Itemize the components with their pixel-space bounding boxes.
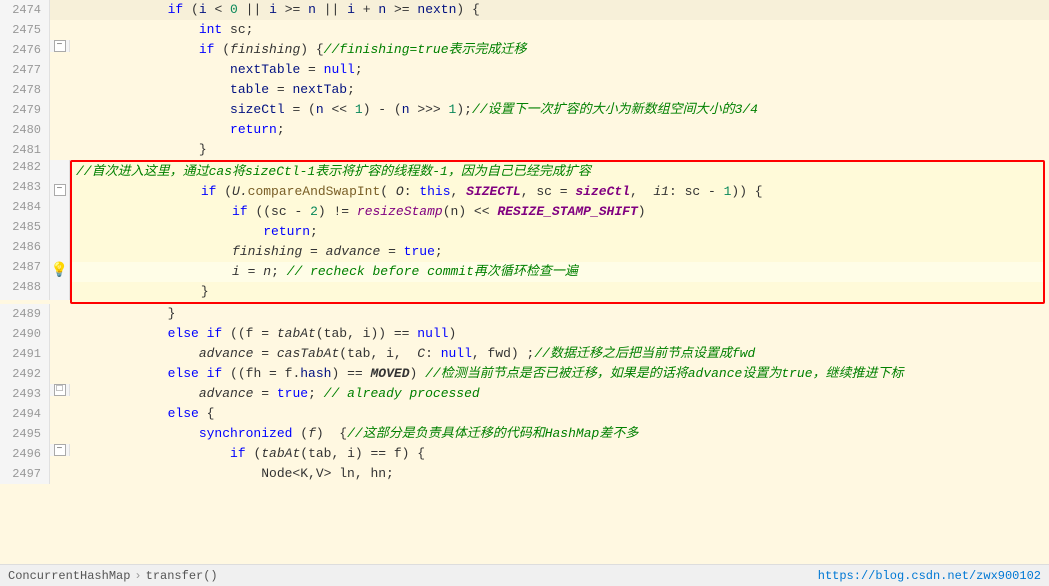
line-content-2489: } — [70, 304, 1049, 324]
breadcrumb-method: transfer() — [146, 569, 218, 583]
line-num-2474: 2474 — [0, 0, 50, 20]
code-line-2480: 2480 return; — [0, 120, 1049, 140]
line-num-2478: 2478 — [0, 80, 50, 100]
hl-line-2486: finishing = advance = true; — [72, 242, 1043, 262]
code-line-2475: 2475 int sc; — [0, 20, 1049, 40]
breadcrumb: ConcurrentHashMap › transfer() — [8, 569, 218, 583]
gutter-2496: − — [50, 444, 70, 456]
code-line-2497: 2497 Node<K,V> ln, hn; — [0, 464, 1049, 484]
line-num-2475: 2475 — [0, 20, 50, 40]
hl-line-2483: if (U.compareAndSwapInt( O: this, SIZECT… — [72, 182, 1043, 202]
editor: 2474 if (i < 0 || i >= n || i + n >= nex… — [0, 0, 1049, 586]
line-num-2477: 2477 — [0, 60, 50, 80]
line-num-2494: 2494 — [0, 404, 50, 424]
line-content-2492: else if ((fh = f.hash) == MOVED) //检测当前节… — [70, 364, 1049, 384]
line-num-2480: 2480 — [0, 120, 50, 140]
code-line-2496: 2496 − if (tabAt(tab, i) == f) { — [0, 444, 1049, 464]
line-num-2495: 2495 — [0, 424, 50, 444]
line-num-2496: 2496 — [0, 444, 50, 464]
status-bar: ConcurrentHashMap › transfer() https://b… — [0, 564, 1049, 586]
line-num-2497: 2497 — [0, 464, 50, 484]
highlight-box: //首次进入这里，通过cas将sizeCtl-1表示将扩容的线程数-1，因为自己… — [70, 160, 1045, 304]
line-content-2479: sizeCtl = (n << 1) - (n >>> 1);//设置下一次扩容… — [70, 100, 1049, 120]
line-content-2476: if (finishing) {//finishing=true表示完成迁移 — [70, 40, 1049, 60]
hl-line-2482: //首次进入这里，通过cas将sizeCtl-1表示将扩容的线程数-1，因为自己… — [72, 162, 1043, 182]
code-line-2478: 2478 table = nextTab; — [0, 80, 1049, 100]
code-line-2494: 2494 else { — [0, 404, 1049, 424]
line-content-2481: } — [70, 140, 1049, 160]
line-num-2489: 2489 — [0, 304, 50, 324]
code-line-2495: 2495 synchronized (f) {//这部分是负责具体迁移的代码和H… — [0, 424, 1049, 444]
gutter-2476: − — [50, 40, 70, 52]
code-area: 2474 if (i < 0 || i >= n || i + n >= nex… — [0, 0, 1049, 564]
line-num-2479: 2479 — [0, 100, 50, 120]
line-content-2496: if (tabAt(tab, i) == f) { — [70, 444, 1049, 464]
hl-line-2488: } — [72, 282, 1043, 302]
hl-content-2485: return; — [72, 222, 1043, 242]
hl-line-2485: return; — [72, 222, 1043, 242]
code-line-2490: 2490 else if ((f = tabAt(tab, i)) == nul… — [0, 324, 1049, 344]
line-content-2477: nextTable = null; — [70, 60, 1049, 80]
code-line-2489: 2489 } — [0, 304, 1049, 324]
line-num-2492: 2492 — [0, 364, 50, 384]
hl-line-2487: i = n; // recheck before commit再次循环检查一遍 — [72, 262, 1043, 282]
code-line-2492: 2492 else if ((fh = f.hash) == MOVED) //… — [0, 364, 1049, 384]
line-content-2494: else { — [70, 404, 1049, 424]
line-content-2480: return; — [70, 120, 1049, 140]
hl-line-2484: if ((sc - 2) != resizeStamp(n) << RESIZE… — [72, 202, 1043, 222]
breadcrumb-separator: › — [134, 569, 141, 583]
hl-content-2486: finishing = advance = true; — [72, 242, 1043, 262]
line-num-2490: 2490 — [0, 324, 50, 344]
hl-content-2482: //首次进入这里，通过cas将sizeCtl-1表示将扩容的线程数-1，因为自己… — [72, 162, 1043, 182]
line-content-2490: else if ((f = tabAt(tab, i)) == null) — [70, 324, 1049, 344]
line-num-2481: 2481 — [0, 140, 50, 160]
code-line-2493: 2493 □ advance = true; // already proces… — [0, 384, 1049, 404]
code-line-2474: 2474 if (i < 0 || i >= n || i + n >= nex… — [0, 0, 1049, 20]
line-content-2493: advance = true; // already processed — [70, 384, 1049, 404]
hl-content-2483: if (U.compareAndSwapInt( O: this, SIZECT… — [72, 182, 1043, 202]
fold-icon-2476[interactable]: − — [54, 40, 66, 52]
line-content-2478: table = nextTab; — [70, 80, 1049, 100]
line-content-2497: Node<K,V> ln, hn; — [70, 464, 1049, 484]
line-content-2491: advance = casTabAt(tab, i, C: null, fwd)… — [70, 344, 1049, 364]
blog-link[interactable]: https://blog.csdn.net/zwx900102 — [818, 569, 1041, 583]
fold-icon-2493[interactable]: □ — [54, 384, 66, 396]
code-line-2477: 2477 nextTable = null; — [0, 60, 1049, 80]
line-content-2475: int sc; — [70, 20, 1049, 40]
hl-content-2488: } — [72, 282, 1043, 302]
line-content-2474: if (i < 0 || i >= n || i + n >= nextn) { — [70, 0, 1049, 20]
bulb-icon-2487: 💡 — [51, 262, 68, 279]
highlighted-region: 2482 2483 − 2484 2485 — [0, 160, 1049, 304]
fold-icon-2496[interactable]: − — [54, 444, 66, 456]
gutter-2493: □ — [50, 384, 70, 396]
breadcrumb-class: ConcurrentHashMap — [8, 569, 130, 583]
fold-icon-2483[interactable]: − — [54, 184, 66, 196]
line-content-2495: synchronized (f) {//这部分是负责具体迁移的代码和HashMa… — [70, 424, 1049, 444]
code-line-2479: 2479 sizeCtl = (n << 1) - (n >>> 1);//设置… — [0, 100, 1049, 120]
hl-content-2484: if ((sc - 2) != resizeStamp(n) << RESIZE… — [72, 202, 1043, 222]
line-num-2476: 2476 — [0, 40, 50, 60]
code-line-2481: 2481 } — [0, 140, 1049, 160]
code-line-2491: 2491 advance = casTabAt(tab, i, C: null,… — [0, 344, 1049, 364]
line-num-2491: 2491 — [0, 344, 50, 364]
code-line-2476: 2476 − if (finishing) {//finishing=true表… — [0, 40, 1049, 60]
line-num-2493: 2493 — [0, 384, 50, 404]
hl-content-2487: i = n; // recheck before commit再次循环检查一遍 — [72, 262, 1043, 282]
